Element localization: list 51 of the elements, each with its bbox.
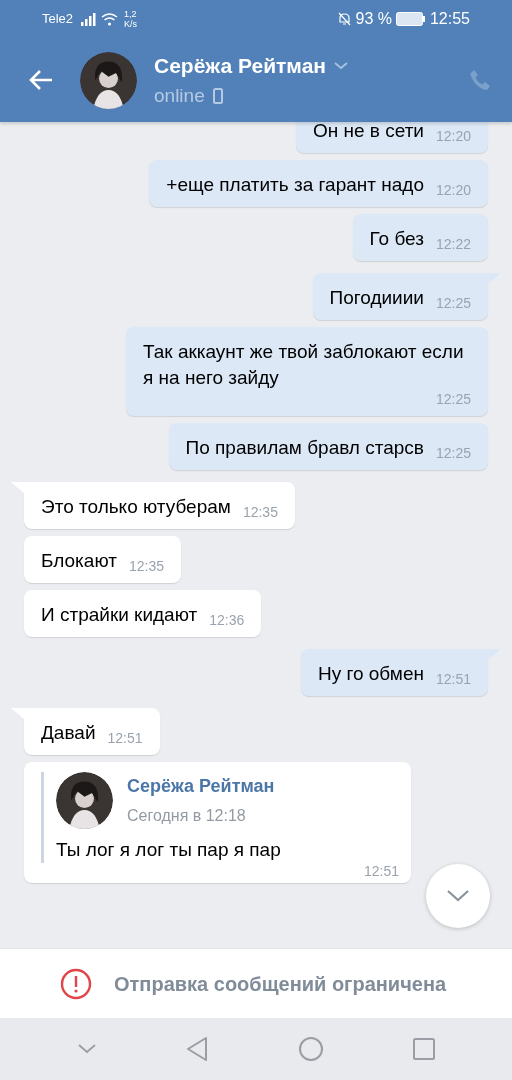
message-time: 12:51 bbox=[363, 863, 399, 879]
chevron-down-icon[interactable] bbox=[76, 1043, 97, 1055]
message-time: 12:35 bbox=[128, 558, 164, 574]
chevron-down-icon[interactable] bbox=[334, 61, 348, 70]
speed-value: 1,2 bbox=[124, 9, 138, 19]
message-time: 12:25 bbox=[435, 445, 471, 461]
message-date: Сегодня в 12:18 bbox=[127, 806, 247, 826]
wifi-icon bbox=[101, 12, 119, 26]
warning-icon bbox=[60, 967, 92, 1000]
avatar bbox=[80, 51, 137, 109]
home-icon[interactable] bbox=[297, 1036, 324, 1062]
mobile-phone-icon bbox=[212, 87, 223, 104]
avatar bbox=[56, 772, 113, 829]
message-text: Блокают bbox=[41, 549, 117, 573]
carrier-name: Tele2 bbox=[42, 10, 74, 29]
message-time: 12:51 bbox=[435, 671, 471, 687]
message-text: Ты лог я лог ты пар я пар bbox=[56, 838, 282, 862]
message-time: 12:20 bbox=[435, 128, 471, 144]
back-arrow-icon[interactable] bbox=[28, 69, 54, 91]
chevron-down-icon bbox=[446, 889, 470, 903]
message-text: Это только ютуберам bbox=[41, 495, 231, 519]
message-text: И страйки кидают bbox=[41, 603, 198, 627]
author-name[interactable]: Серёжа Рейтман bbox=[127, 773, 275, 800]
scroll-down-button[interactable] bbox=[426, 864, 490, 928]
message-text: Давай bbox=[41, 721, 96, 745]
message-text: Так аккаунт же твой заблокают если я на него зайду bbox=[143, 340, 465, 390]
message-text: Го без bbox=[369, 227, 424, 251]
message-text: Он не в сети bbox=[312, 122, 424, 143]
message-text: По правилам бравл старсв bbox=[185, 436, 424, 460]
back-icon[interactable] bbox=[186, 1036, 209, 1062]
contact-name[interactable]: Серёжа Рейтман bbox=[154, 50, 326, 82]
signal-icon bbox=[81, 12, 98, 26]
message-time: 12:25 bbox=[435, 391, 471, 407]
message-text: +еще платить за гарант надо bbox=[166, 173, 424, 197]
message-time: 12:20 bbox=[435, 182, 471, 198]
message-time: 12:25 bbox=[435, 295, 471, 311]
message-time: 12:35 bbox=[242, 504, 278, 520]
clock-time: 12:55 bbox=[429, 9, 470, 29]
speed-unit: K/s bbox=[124, 19, 138, 29]
message-time: 12:51 bbox=[107, 730, 143, 746]
recent-apps-icon[interactable] bbox=[413, 1038, 436, 1060]
battery-icon bbox=[395, 12, 426, 26]
phone-icon[interactable] bbox=[468, 68, 492, 92]
message-time: 12:22 bbox=[435, 236, 471, 252]
notice-text: Отправка сообщений ограничена bbox=[114, 971, 447, 997]
message-time: 12:36 bbox=[209, 612, 245, 628]
message-text: Погодииии bbox=[329, 286, 424, 310]
muted-bell-icon bbox=[338, 12, 352, 26]
message-text: Ну го обмен bbox=[317, 662, 424, 686]
online-status: online bbox=[154, 83, 205, 108]
battery-percent: 93 % bbox=[355, 9, 392, 29]
